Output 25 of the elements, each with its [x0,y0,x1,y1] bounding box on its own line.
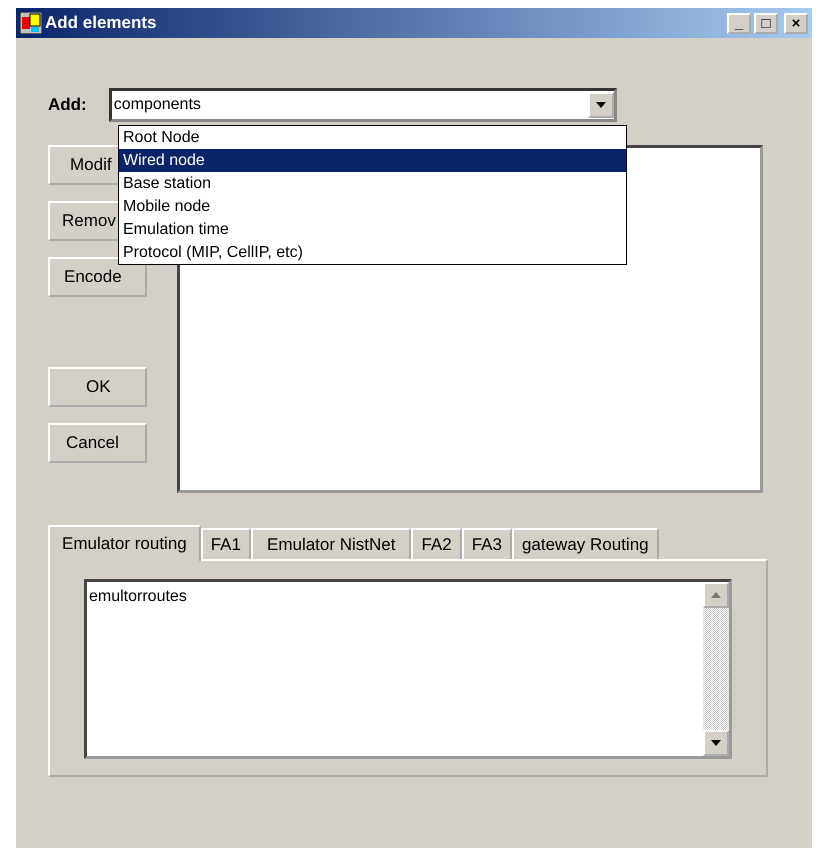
dialog-button[interactable]: OK [48,367,147,407]
caret-icon [596,102,606,108]
down-arrow-icon [711,740,721,746]
maximize-button[interactable]: □ [754,12,778,34]
scroll-up-button[interactable] [703,582,729,608]
tab[interactable]: FA2 [411,528,462,559]
dialog-button[interactable]: Encode [48,257,147,297]
dropdown-option[interactable]: Wired node [119,149,626,172]
routes-text-area[interactable]: emultorroutes [84,579,732,759]
dialog-button[interactable]: Cancel [48,423,147,463]
tab[interactable]: FA3 [462,528,512,559]
tab[interactable]: FA1 [200,528,251,559]
add-combo-box[interactable]: components [108,88,617,122]
window-title: Add elements [45,13,158,33]
tab[interactable]: Emulator routing [48,525,201,561]
minimize-button[interactable]: _ [727,12,751,34]
up-arrow-icon [711,592,721,598]
dropdown-button[interactable] [588,92,614,118]
add-label: Add: [48,95,87,115]
scroll-down-button[interactable] [703,730,729,756]
close-button[interactable]: × [784,12,808,34]
app-icon [20,12,42,34]
tab[interactable]: gateway Routing [512,528,659,559]
vertical-scrollbar[interactable] [703,582,729,756]
tab[interactable]: Emulator NistNet [250,528,412,559]
